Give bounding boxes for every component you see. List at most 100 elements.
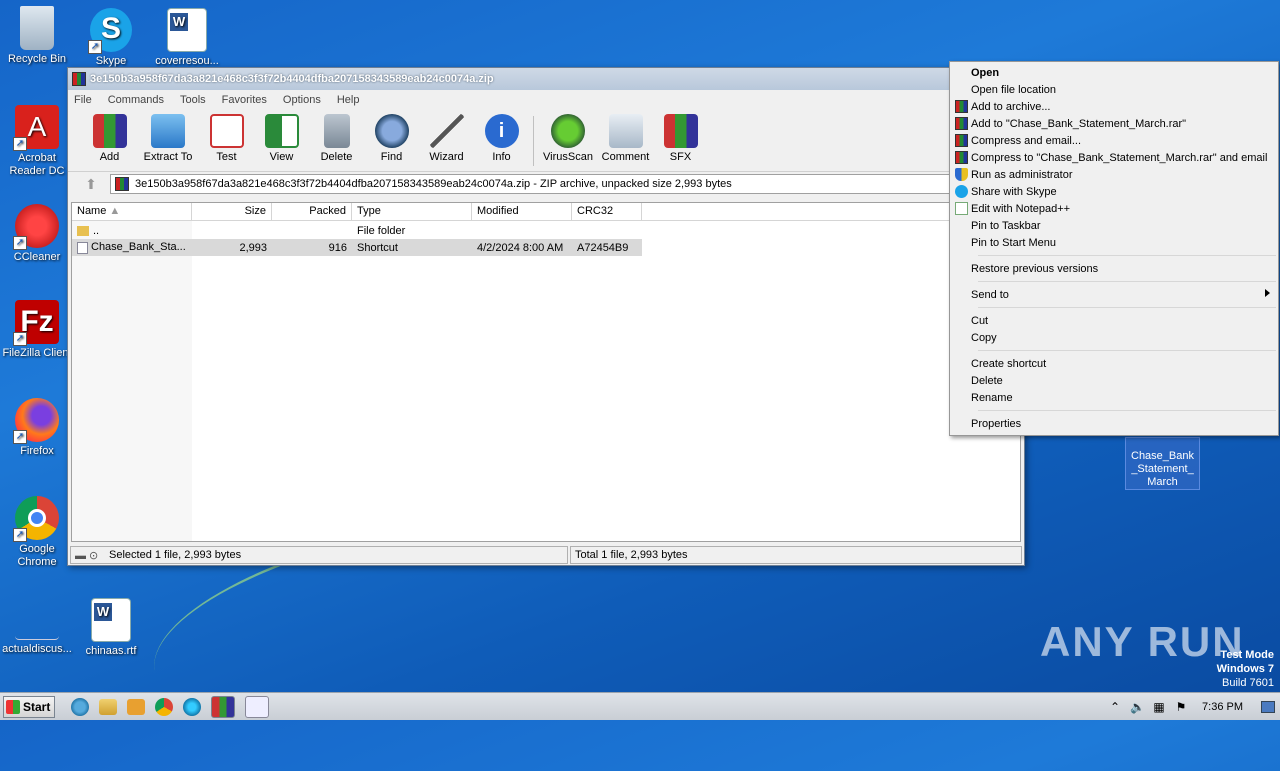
- sfx-button[interactable]: SFX: [653, 110, 708, 163]
- windows-logo-icon: [6, 699, 20, 714]
- internet-explorer-icon[interactable]: [71, 697, 89, 716]
- desktop-icon-label: chinaas.rtf: [85, 645, 137, 657]
- file-explorer-icon[interactable]: [99, 698, 117, 715]
- menu-favorites[interactable]: Favorites: [220, 94, 269, 106]
- up-arrow-icon[interactable]: ⬆: [72, 173, 110, 195]
- add-button[interactable]: Add: [82, 110, 137, 163]
- menu-item-add-to-rar[interactable]: Add to "Chase_Bank_Statement_March.rar": [950, 115, 1278, 132]
- desktop-icon-coverresou[interactable]: W coverresou...: [150, 8, 224, 68]
- word-document-icon: W: [91, 598, 131, 642]
- desktop-icon-ccleaner[interactable]: ➚ CCleaner: [0, 204, 74, 264]
- comment-button[interactable]: Comment: [598, 110, 653, 163]
- column-name[interactable]: Name ▲: [72, 203, 192, 220]
- menu-item-pin-taskbar[interactable]: Pin to Taskbar: [950, 217, 1278, 234]
- chrome-taskbar-icon[interactable]: [155, 697, 173, 716]
- taskbar: Start ⌃ 🔈 ▦ ⚑ 7:36 PM: [0, 692, 1280, 720]
- magnifier-icon: [374, 114, 409, 148]
- table-row[interactable]: Chase_Bank_Sta... 2,993 916 Shortcut 4/2…: [72, 239, 642, 256]
- winrar-icon: [955, 134, 968, 147]
- menu-item-run-as-admin[interactable]: Run as administrator: [950, 166, 1278, 183]
- menu-item-open-file-location[interactable]: Open file location: [950, 81, 1278, 98]
- show-hidden-icons-icon[interactable]: ⌃: [1108, 700, 1122, 714]
- edge-icon[interactable]: [183, 697, 201, 716]
- menu-file[interactable]: File: [72, 94, 94, 106]
- menu-tools[interactable]: Tools: [178, 94, 208, 106]
- view-button[interactable]: View: [254, 110, 309, 163]
- desktop-icon-acrobat[interactable]: A ➚ Acrobat Reader DC: [0, 105, 74, 178]
- folder-icon: [151, 114, 185, 148]
- volume-icon[interactable]: 🔈: [1130, 700, 1145, 714]
- network-icon[interactable]: ▦: [1152, 700, 1166, 714]
- menu-item-send-to[interactable]: Send to: [950, 286, 1278, 303]
- virusscan-button[interactable]: VirusScan: [538, 110, 598, 163]
- column-modified[interactable]: Modified: [472, 203, 572, 220]
- address-field[interactable]: 3e150b3a958f67da3a821e468c3f3f72b4404dfb…: [110, 174, 1020, 194]
- title-bar[interactable]: 3e150b3a958f67da3a821e468c3f3f72b4404dfb…: [68, 68, 1024, 90]
- menu-item-compress-email[interactable]: Compress and email...: [950, 132, 1278, 149]
- action-center-flag-icon[interactable]: ⚑: [1174, 700, 1188, 714]
- menu-item-create-shortcut[interactable]: Create shortcut: [950, 355, 1278, 372]
- media-player-icon[interactable]: [127, 698, 145, 715]
- column-packed[interactable]: Packed: [272, 203, 352, 220]
- sfx-archive-icon: [663, 114, 698, 148]
- table-row[interactable]: .. File folder: [72, 222, 642, 239]
- acrobat-icon: A ➚: [13, 105, 59, 151]
- ccleaner-icon: ➚: [13, 204, 59, 250]
- menu-item-open[interactable]: Open: [950, 64, 1278, 81]
- test-button[interactable]: Test: [199, 110, 254, 163]
- desktop-icon-label: Acrobat Reader DC: [9, 152, 65, 177]
- magic-wand-icon: [429, 114, 464, 148]
- desktop-icon-chinaas[interactable]: W chinaas.rtf: [74, 598, 148, 658]
- find-button[interactable]: Find: [364, 110, 419, 163]
- menu-item-properties[interactable]: Properties: [950, 415, 1278, 432]
- menu-item-copy[interactable]: Copy: [950, 329, 1278, 346]
- desktop-icon-label: Google Chrome: [17, 543, 57, 568]
- column-type[interactable]: Type: [352, 203, 472, 220]
- delete-button[interactable]: Delete: [309, 110, 364, 163]
- menu-item-delete[interactable]: Delete: [950, 372, 1278, 389]
- desktop-icon-recycle-bin[interactable]: Recycle Bin: [0, 6, 74, 66]
- file-list: Name ▲ Size Packed Type Modified CRC32 .…: [71, 202, 1021, 542]
- menu-item-edit-notepadpp[interactable]: Edit with Notepad++: [950, 200, 1278, 217]
- window-taskbar-icon[interactable]: [245, 695, 269, 718]
- column-size[interactable]: Size: [192, 203, 272, 220]
- chrome-icon: ➚: [13, 496, 59, 542]
- desktop-icon-label: FileZilla Client: [2, 347, 72, 359]
- menu-item-restore-versions[interactable]: Restore previous versions: [950, 260, 1278, 277]
- menu-help[interactable]: Help: [335, 94, 362, 106]
- menu-options[interactable]: Options: [281, 94, 323, 106]
- menu-item-add-to-archive[interactable]: Add to archive...: [950, 98, 1278, 115]
- desktop-icon-chrome[interactable]: ➚ Google Chrome: [0, 496, 74, 569]
- winrar-taskbar-icon[interactable]: [211, 695, 235, 718]
- menu-item-pin-start[interactable]: Pin to Start Menu: [950, 234, 1278, 251]
- winrar-icon: [955, 117, 968, 130]
- info-button[interactable]: i Info: [474, 110, 529, 163]
- menu-item-share-skype[interactable]: Share with Skype: [950, 183, 1278, 200]
- extract-to-button[interactable]: Extract To: [137, 110, 199, 163]
- file-list-header: Name ▲ Size Packed Type Modified CRC32: [72, 203, 1020, 221]
- winrar-icon: [955, 100, 968, 113]
- menu-bar: File Commands Tools Favorites Options He…: [68, 90, 1024, 110]
- desktop-icon-skype[interactable]: S ➚ Skype: [74, 8, 148, 68]
- start-button[interactable]: Start: [3, 695, 55, 718]
- blank-file-icon: [15, 618, 59, 640]
- desktop-icon-label: Recycle Bin: [7, 53, 67, 65]
- desktop-icon-actualdiscus[interactable]: actualdiscus...: [0, 618, 74, 656]
- menu-commands[interactable]: Commands: [106, 94, 166, 106]
- column-crc32[interactable]: CRC32: [572, 203, 642, 220]
- show-desktop-icon[interactable]: [1261, 700, 1275, 713]
- desktop-file-selected[interactable]: Chase_Bank_Statement_March: [1125, 437, 1200, 490]
- desktop-icon-label: actualdiscus...: [2, 643, 72, 655]
- comment-icon: [608, 114, 643, 148]
- shield-icon: [955, 168, 968, 181]
- menu-item-rename[interactable]: Rename: [950, 389, 1278, 406]
- filezilla-icon: Fz ➚: [13, 300, 59, 346]
- shortcut-file-icon: [77, 241, 88, 254]
- menu-item-compress-to-rar-email[interactable]: Compress to "Chase_Bank_Statement_March.…: [950, 149, 1278, 166]
- clock[interactable]: 7:36 PM: [1202, 701, 1243, 713]
- desktop-icon-filezilla[interactable]: Fz ➚ FileZilla Client: [0, 300, 74, 360]
- wizard-button[interactable]: Wizard: [419, 110, 474, 163]
- menu-item-cut[interactable]: Cut: [950, 312, 1278, 329]
- desktop-icon-firefox[interactable]: ➚ Firefox: [0, 398, 74, 458]
- skype-icon: S ➚: [88, 8, 132, 54]
